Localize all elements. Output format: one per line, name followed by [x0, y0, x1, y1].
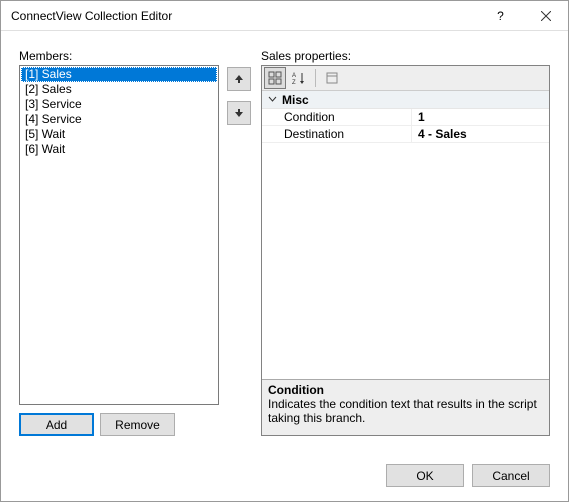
- help-icon: ?: [497, 9, 504, 23]
- close-button[interactable]: [523, 1, 568, 30]
- description-text: Indicates the condition text that result…: [268, 397, 543, 426]
- svg-text:Z: Z: [292, 80, 296, 85]
- list-item[interactable]: [6] Wait: [21, 142, 217, 157]
- property-pages-button[interactable]: [321, 67, 343, 89]
- property-value[interactable]: 4 - Sales: [412, 126, 549, 142]
- list-item[interactable]: [4] Service: [21, 112, 217, 127]
- property-description-pane: Condition Indicates the condition text t…: [262, 379, 549, 435]
- sort-az-icon: A Z: [292, 71, 306, 85]
- toolbar-separator: [315, 69, 316, 87]
- description-title: Condition: [268, 383, 543, 397]
- list-item[interactable]: [1] Sales: [21, 67, 217, 82]
- category-label: Misc: [282, 93, 309, 107]
- alphabetical-view-button[interactable]: A Z: [288, 67, 310, 89]
- properties-label: Sales properties:: [261, 49, 550, 63]
- arrow-up-icon: [234, 74, 244, 84]
- svg-text:A: A: [292, 73, 296, 79]
- categorized-view-button[interactable]: [264, 67, 286, 89]
- members-listbox[interactable]: [1] Sales[2] Sales[3] Service[4] Service…: [19, 65, 219, 405]
- property-name: Destination: [262, 126, 412, 142]
- property-grid: A Z: [261, 65, 550, 436]
- categorized-icon: [268, 71, 282, 85]
- cancel-button[interactable]: Cancel: [472, 464, 550, 487]
- dialog-window: ConnectView Collection Editor ? Members:…: [0, 0, 569, 502]
- ok-button[interactable]: OK: [386, 464, 464, 487]
- chevron-down-icon: [266, 95, 278, 104]
- property-name: Condition: [262, 109, 412, 125]
- window-title: ConnectView Collection Editor: [11, 9, 478, 23]
- property-row[interactable]: Condition1: [262, 109, 549, 126]
- property-category-row[interactable]: Misc: [262, 91, 549, 109]
- list-item[interactable]: [2] Sales: [21, 82, 217, 97]
- move-down-button[interactable]: [227, 101, 251, 125]
- close-icon: [541, 11, 551, 21]
- property-value[interactable]: 1: [412, 109, 549, 125]
- list-item[interactable]: [3] Service: [21, 97, 217, 112]
- property-row[interactable]: Destination4 - Sales: [262, 126, 549, 143]
- remove-button[interactable]: Remove: [100, 413, 175, 436]
- members-label: Members:: [19, 49, 219, 63]
- titlebar: ConnectView Collection Editor ?: [1, 1, 568, 31]
- property-pages-icon: [325, 71, 339, 85]
- add-button[interactable]: Add: [19, 413, 94, 436]
- list-item[interactable]: [5] Wait: [21, 127, 217, 142]
- move-up-button[interactable]: [227, 67, 251, 91]
- arrow-down-icon: [234, 108, 244, 118]
- help-button[interactable]: ?: [478, 1, 523, 30]
